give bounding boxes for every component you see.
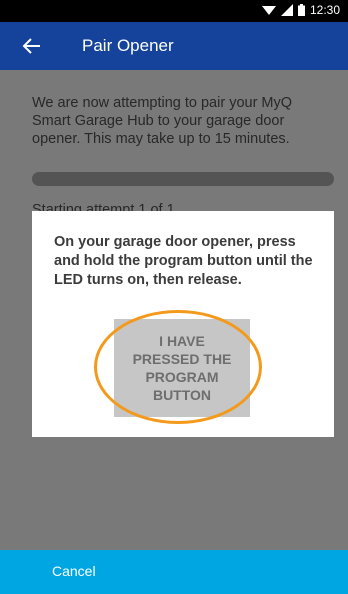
bottom-bar: Cancel (0, 550, 348, 594)
pressed-program-button[interactable]: I HAVE PRESSED THE PROGRAM BUTTON (114, 319, 250, 417)
status-icons: 12:30 (261, 3, 340, 17)
cancel-button[interactable]: Cancel (52, 563, 96, 579)
status-time: 12:30 (309, 3, 340, 17)
wifi-icon (261, 6, 276, 15)
signal-icon (280, 4, 293, 16)
arrow-left-icon[interactable] (22, 36, 42, 56)
battery-icon (297, 4, 305, 16)
dialog-message: On your garage door opener, press and ho… (54, 234, 313, 288)
confirm-label: I HAVE PRESSED THE PROGRAM BUTTON (132, 333, 232, 403)
page-title: Pair Opener (82, 36, 174, 55)
status-bar: 12:30 (0, 0, 348, 22)
program-button-dialog: On your garage door opener, press and ho… (32, 211, 334, 437)
app-bar: Pair Opener (0, 22, 348, 70)
